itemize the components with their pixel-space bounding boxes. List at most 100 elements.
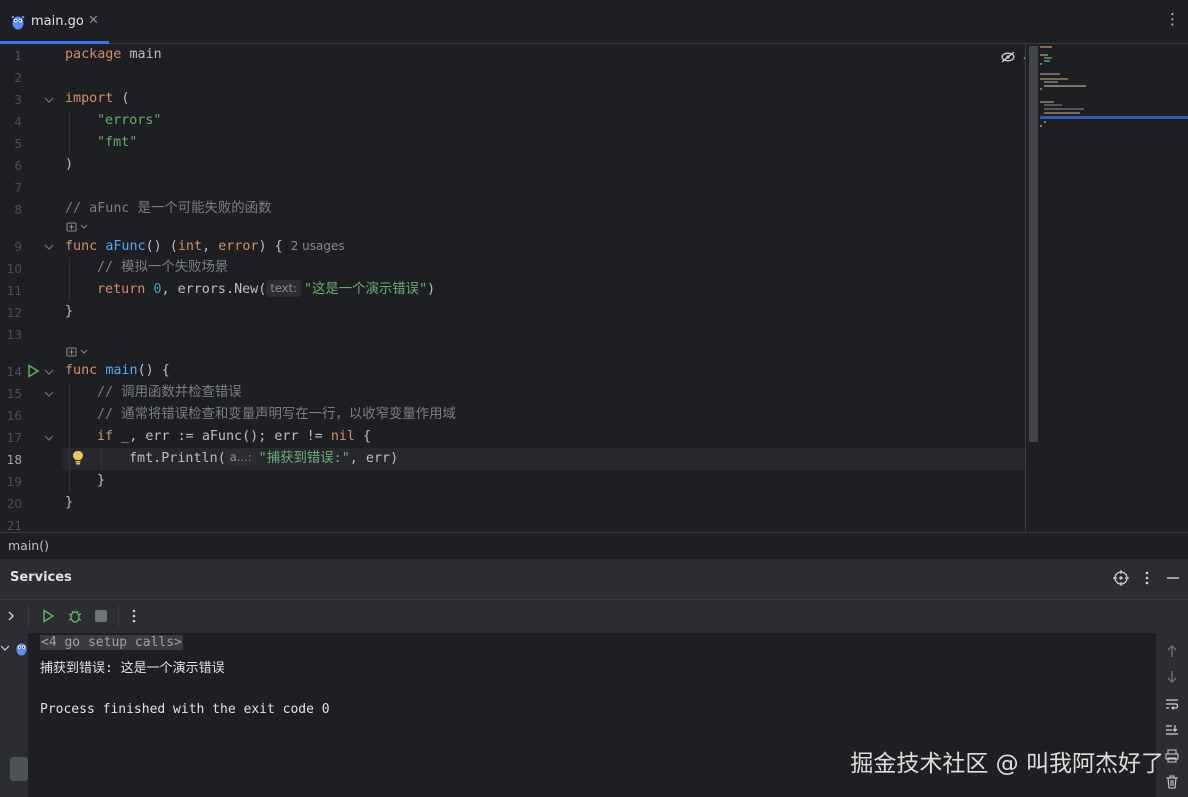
code-text: {: [355, 429, 372, 444]
code-text: () (: [145, 239, 178, 254]
tab-main-go[interactable]: main.go ✕: [0, 0, 109, 44]
code-text: _, err :=: [113, 429, 202, 444]
generate-icon[interactable]: [66, 221, 92, 233]
line-number: 12: [6, 306, 22, 320]
indent-guide: [69, 110, 70, 154]
function-name: aFunc: [105, 239, 146, 254]
editor-tab-bar: main.go ✕ ⋮: [0, 0, 1188, 44]
code-text: main: [121, 47, 162, 62]
code-line-18: fmt.Println(a...: "捕获到错误:", err): [129, 448, 398, 470]
function-name: main: [105, 363, 138, 378]
code-text: (: [258, 282, 267, 297]
code-line-6: ): [65, 157, 74, 172]
console-output: 捕获到错误: 这是一个演示错误: [40, 661, 225, 676]
gopher-icon: [11, 15, 25, 30]
console-exit-message: Process finished with the exit code 0: [40, 702, 330, 717]
code-line-9: func aFunc() (int, error) {2 usages: [65, 235, 345, 257]
panel-title: Services: [10, 570, 72, 585]
type: error: [218, 239, 259, 254]
gutter: 1 2 3 4 5 6 7 8 9 10 11 12 13 14 15 16 1…: [0, 44, 62, 532]
code-text: (: [217, 451, 226, 466]
breadcrumb[interactable]: main(): [8, 538, 49, 553]
function-call: New: [234, 282, 259, 297]
keyword: import: [65, 91, 114, 106]
trash-icon[interactable]: [1165, 775, 1179, 789]
code-text: , errors.: [161, 282, 235, 297]
code-line-19: }: [97, 473, 106, 488]
target-icon[interactable]: [1113, 570, 1129, 586]
code-text: ): [427, 282, 436, 297]
line-number: 15: [6, 387, 22, 401]
minimize-icon[interactable]: [1166, 570, 1180, 586]
bulb-icon[interactable]: [71, 450, 85, 466]
generate-icon[interactable]: [66, 346, 92, 358]
setup-calls-fold[interactable]: <4 go setup calls>: [40, 635, 183, 650]
chevron-right-icon[interactable]: [6, 610, 16, 622]
more-icon[interactable]: [1142, 570, 1152, 586]
tab-label: main.go: [31, 14, 84, 29]
breadcrumb-bar: main(): [0, 532, 1188, 558]
chevron-down-icon[interactable]: [0, 643, 10, 653]
line-number: 19: [6, 475, 22, 489]
code-line-4: "errors": [97, 113, 162, 128]
editor-scrollbar[interactable]: [1029, 46, 1038, 442]
run-gutter-icon[interactable]: [26, 364, 40, 378]
keyword: func: [65, 239, 98, 254]
line-number: 20: [6, 497, 22, 511]
fold-icon[interactable]: [44, 95, 54, 105]
services-tree[interactable]: [0, 633, 28, 797]
code-line-1: package main: [65, 44, 162, 66]
code-line-17: if _, err := aFunc(); err != nil {: [97, 426, 371, 448]
string-literal: "这是一个演示错误": [303, 282, 428, 297]
close-icon[interactable]: ✕: [88, 13, 99, 28]
indent-guide: [69, 382, 70, 492]
eye-off-icon[interactable]: [1000, 50, 1016, 64]
stop-icon[interactable]: [94, 609, 108, 623]
code-editor[interactable]: 1 2 3 4 5 6 7 8 9 10 11 12 13 14 15 16 1…: [0, 44, 1188, 532]
function-call: Println: [161, 451, 218, 466]
fold-icon[interactable]: [44, 367, 54, 377]
down-arrow-icon[interactable]: [1166, 670, 1178, 684]
fold-icon[interactable]: [44, 389, 54, 399]
keyword: if: [97, 429, 114, 444]
line-number: 8: [14, 203, 22, 217]
fold-icon[interactable]: [44, 242, 54, 252]
more-icon[interactable]: [129, 609, 139, 625]
code-text: (); err !=: [242, 429, 331, 444]
code-line-11: return 0, errors.New(text: "这是一个演示错误"): [97, 279, 435, 301]
line-number: 10: [6, 262, 22, 276]
line-number: 7: [14, 181, 22, 195]
line-number: 11: [6, 284, 22, 298]
up-arrow-icon[interactable]: [1166, 644, 1178, 658]
line-number: 17: [6, 431, 22, 445]
code-text: (: [113, 91, 130, 106]
soft-wrap-icon[interactable]: [1165, 697, 1179, 711]
code-line-3: import (: [65, 88, 130, 110]
keyword: func: [65, 363, 98, 378]
services-toolbar: [0, 599, 1188, 633]
line-number: 13: [6, 328, 22, 342]
number: 0: [153, 282, 162, 297]
code-line-8: // aFunc 是一个可能失败的函数: [65, 201, 272, 216]
print-icon[interactable]: [1165, 749, 1179, 763]
minimap[interactable]: [1025, 44, 1188, 532]
run-icon[interactable]: [41, 609, 55, 623]
parameter-hint: a...:: [225, 449, 256, 466]
keyword: return: [97, 282, 146, 297]
fold-icon[interactable]: [44, 433, 54, 443]
scroll-end-icon[interactable]: [1165, 723, 1179, 737]
watermark: 掘金技术社区 @ 叫我阿杰好了: [850, 751, 1164, 777]
indent-guide: [69, 257, 70, 301]
string-literal: "捕获到错误:": [258, 451, 350, 466]
code-line-14: func main() {: [65, 360, 170, 382]
line-number: 6: [14, 159, 22, 173]
more-icon[interactable]: ⋮: [1165, 12, 1180, 27]
line-number: 18: [6, 453, 22, 467]
debug-icon[interactable]: [67, 608, 83, 624]
usages-hint[interactable]: 2 usages: [291, 239, 345, 253]
line-number: 21: [6, 519, 22, 532]
code-line-16: // 通常将错误检查和变量声明写在一行，以收窄变量作用域: [97, 407, 456, 422]
code-line-20: }: [65, 495, 74, 510]
indent-guide: [101, 448, 102, 470]
tree-scrollbar[interactable]: [10, 757, 28, 781]
